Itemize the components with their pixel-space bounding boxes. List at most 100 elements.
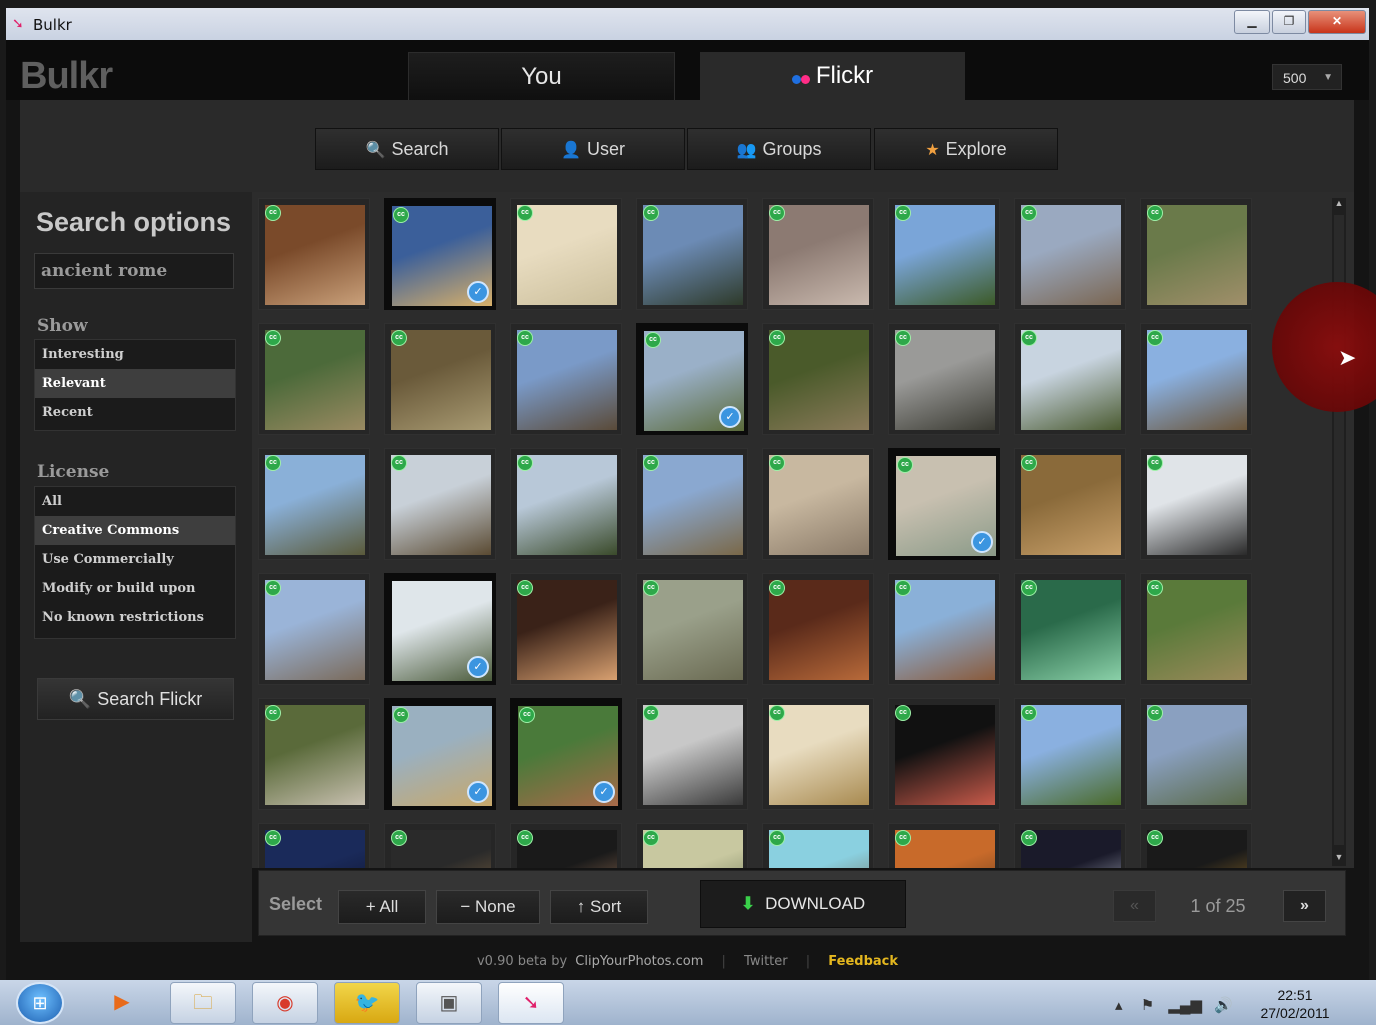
bulkr-taskbar-icon[interactable]: ➘ bbox=[498, 982, 564, 1024]
license-option-no-known-restrictions[interactable]: No known restrictions bbox=[35, 603, 235, 632]
results-count-value: 500 bbox=[1283, 70, 1307, 86]
photo-thumbnail[interactable]: cc bbox=[762, 198, 874, 310]
photo-thumbnail[interactable]: cc bbox=[510, 198, 622, 310]
action-center-flag-icon[interactable]: ⚑ bbox=[1141, 997, 1154, 1014]
license-option-all[interactable]: All bbox=[35, 487, 235, 516]
photo-thumbnail[interactable]: cc bbox=[762, 448, 874, 560]
photo-thumbnail[interactable]: cc bbox=[1140, 573, 1252, 685]
photo-thumbnail[interactable]: cc bbox=[1014, 448, 1126, 560]
photo-thumbnail[interactable]: cc bbox=[636, 198, 748, 310]
photo-thumbnail[interactable]: cc bbox=[510, 823, 622, 868]
photo-thumbnail[interactable]: cc bbox=[1140, 198, 1252, 310]
photo-thumbnail[interactable]: ✓ bbox=[384, 573, 496, 685]
photo-thumbnail[interactable]: cc bbox=[1014, 823, 1126, 868]
photo-thumbnail[interactable]: cc bbox=[636, 823, 748, 868]
photo-thumbnail[interactable]: cc bbox=[636, 573, 748, 685]
photo-thumbnail[interactable]: cc bbox=[762, 698, 874, 810]
subtab-search[interactable]: 🔍 Search bbox=[315, 128, 499, 170]
photo-thumbnail[interactable]: cc bbox=[762, 323, 874, 435]
scroll-up-arrow-icon[interactable]: ▲ bbox=[1332, 198, 1346, 212]
photo-thumbnail[interactable]: cc bbox=[1140, 698, 1252, 810]
close-button[interactable]: ✕ bbox=[1308, 10, 1366, 34]
photo-thumbnail[interactable]: cc bbox=[258, 823, 370, 868]
photo-thumbnail[interactable]: cc bbox=[888, 323, 1000, 435]
photo-thumbnail[interactable]: cc bbox=[636, 448, 748, 560]
photo-thumbnail[interactable]: cc bbox=[888, 573, 1000, 685]
photo-thumbnail[interactable]: cc bbox=[762, 573, 874, 685]
photo-thumbnail[interactable]: cc bbox=[1014, 198, 1126, 310]
photo-thumbnail[interactable]: cc ✓ bbox=[510, 698, 622, 810]
bird-app-taskbar-icon[interactable]: 🐦 bbox=[334, 982, 400, 1024]
photo-thumbnail[interactable]: cc bbox=[1140, 448, 1252, 560]
photo-thumbnail[interactable]: cc bbox=[888, 698, 1000, 810]
photo-thumbnail[interactable]: cc bbox=[510, 573, 622, 685]
media-player-taskbar-icon[interactable]: ▶ bbox=[90, 982, 154, 1024]
creative-commons-icon: cc bbox=[393, 207, 409, 223]
tab-flickr[interactable]: Flickr bbox=[700, 52, 965, 100]
search-flickr-button[interactable]: 🔍 Search Flickr bbox=[37, 678, 234, 720]
volume-icon[interactable]: 🔊 bbox=[1214, 997, 1233, 1014]
photo-thumbnail[interactable]: cc ✓ bbox=[384, 198, 496, 310]
photo-image bbox=[769, 330, 869, 430]
photo-thumbnail[interactable]: cc bbox=[258, 448, 370, 560]
previous-page-button[interactable]: « bbox=[1113, 890, 1156, 922]
footer-feedback-link[interactable]: Feedback bbox=[828, 954, 898, 969]
photo-thumbnail[interactable]: cc ✓ bbox=[888, 448, 1000, 560]
creative-commons-icon: cc bbox=[643, 705, 659, 721]
creative-commons-icon: cc bbox=[769, 580, 785, 596]
search-options-heading: Search options bbox=[36, 207, 232, 237]
photo-thumbnail[interactable]: cc bbox=[888, 198, 1000, 310]
maximize-button[interactable]: ❐ bbox=[1272, 10, 1306, 34]
photo-thumbnail[interactable]: cc bbox=[258, 573, 370, 685]
download-button[interactable]: ⬇ DOWNLOAD bbox=[700, 880, 906, 928]
photo-thumbnail[interactable]: cc bbox=[384, 823, 496, 868]
license-option-creative-commons[interactable]: Creative Commons bbox=[35, 516, 235, 545]
subtab-explore[interactable]: ★ Explore bbox=[874, 128, 1058, 170]
photo-thumbnail[interactable]: cc bbox=[1014, 698, 1126, 810]
photo-thumbnail[interactable]: cc bbox=[636, 698, 748, 810]
show-option-recent[interactable]: Recent bbox=[35, 398, 235, 427]
show-option-interesting[interactable]: Interesting bbox=[35, 340, 235, 369]
results-count-select[interactable]: 500 ▼ bbox=[1272, 64, 1342, 90]
subtab-user[interactable]: 👤 User bbox=[501, 128, 685, 170]
select-all-button[interactable]: + All bbox=[338, 890, 426, 924]
photo-thumbnail[interactable]: cc bbox=[888, 823, 1000, 868]
photo-thumbnail[interactable]: cc bbox=[384, 448, 496, 560]
photo-thumbnail[interactable]: cc bbox=[510, 448, 622, 560]
photo-thumbnail[interactable]: cc ✓ bbox=[636, 323, 748, 435]
scroll-down-arrow-icon[interactable]: ▼ bbox=[1332, 852, 1346, 866]
select-none-button[interactable]: − None bbox=[436, 890, 540, 924]
show-option-relevant[interactable]: Relevant bbox=[35, 369, 235, 398]
photo-thumbnail[interactable]: cc bbox=[258, 198, 370, 310]
tab-you[interactable]: You bbox=[408, 52, 675, 101]
video-app-taskbar-icon[interactable]: ▣ bbox=[416, 982, 482, 1024]
subtab-groups[interactable]: 👥 Groups bbox=[687, 128, 871, 170]
search-query-input[interactable] bbox=[34, 253, 234, 289]
photo-thumbnail[interactable]: cc bbox=[1140, 823, 1252, 868]
photo-thumbnail[interactable]: cc bbox=[1014, 573, 1126, 685]
next-page-button[interactable]: » bbox=[1283, 890, 1326, 922]
license-option-use-commercially[interactable]: Use Commercially bbox=[35, 545, 235, 574]
taskbar-clock[interactable]: 22:51 27/02/2011 bbox=[1250, 986, 1340, 1022]
photo-thumbnail[interactable]: cc bbox=[510, 323, 622, 435]
photo-thumbnail[interactable]: cc bbox=[1140, 323, 1252, 435]
photo-thumbnail[interactable]: cc bbox=[258, 323, 370, 435]
photo-thumbnail[interactable]: cc bbox=[762, 823, 874, 868]
creative-commons-icon: cc bbox=[895, 830, 911, 846]
start-button[interactable]: ⊞ bbox=[16, 982, 64, 1024]
photo-thumbnail[interactable]: cc bbox=[384, 323, 496, 435]
sort-button[interactable]: ↑ Sort bbox=[550, 890, 648, 924]
photo-thumbnail[interactable]: cc ✓ bbox=[384, 698, 496, 810]
explorer-taskbar-icon[interactable]: 🗀 bbox=[170, 982, 236, 1024]
footer-twitter-link[interactable]: Twitter bbox=[744, 954, 788, 969]
minimize-button[interactable]: ▁ bbox=[1234, 10, 1270, 34]
tray-expand-icon[interactable]: ▴ bbox=[1115, 997, 1123, 1014]
photo-thumbnail[interactable]: cc bbox=[258, 698, 370, 810]
photo-image bbox=[391, 455, 491, 555]
license-option-modify[interactable]: Modify or build upon bbox=[35, 574, 235, 603]
footer-site-link[interactable]: ClipYourPhotos.com bbox=[575, 954, 703, 969]
creative-commons-icon: cc bbox=[265, 455, 281, 471]
chrome-taskbar-icon[interactable]: ◉ bbox=[252, 982, 318, 1024]
photo-thumbnail[interactable]: cc bbox=[1014, 323, 1126, 435]
network-signal-icon[interactable]: ▂▄▆ bbox=[1168, 997, 1202, 1014]
